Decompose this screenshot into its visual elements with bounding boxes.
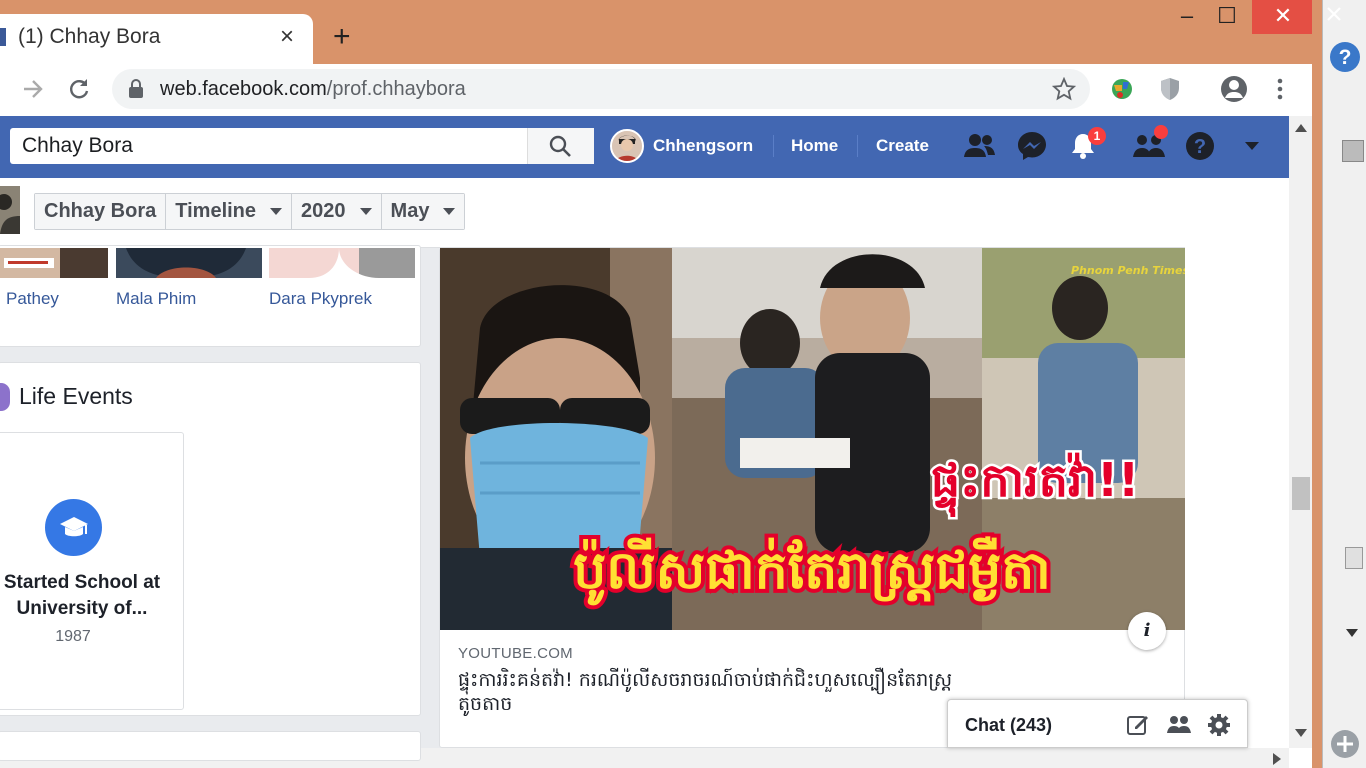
chevron-down-icon — [270, 208, 283, 215]
life-event-year: 1987 — [55, 628, 91, 645]
timeline-breadcrumb: Chhay Bora Timeline 2020 May — [34, 193, 466, 230]
thumbnail-watermark: Phnom Penh Times — [1071, 264, 1185, 277]
breadcrumb-month-label: May — [390, 200, 430, 222]
link-title-line1: ផ្ទុះការរិះគន់តវ៉ា! ករណីប៉ូលីសចរាចរណ៍ចាប… — [458, 669, 953, 691]
window-border — [1312, 0, 1322, 768]
extension-shield-icon[interactable] — [1159, 76, 1181, 102]
friend-name-pathey[interactable]: Pathey — [6, 289, 59, 309]
minimize-button[interactable]: – — [1170, 0, 1204, 34]
svg-text:?: ? — [1194, 136, 1206, 158]
groups-alert-dot — [1154, 125, 1168, 139]
side-scroll-thumb[interactable] — [1345, 547, 1363, 569]
maximize-button[interactable]: ☐ — [1210, 0, 1244, 34]
friend-name-mala-phim[interactable]: Mala Phim — [116, 289, 196, 309]
close-window-button[interactable]: ✕ — [1252, 0, 1314, 34]
friend-requests-icon[interactable] — [964, 131, 996, 161]
life-events-heading[interactable]: Life Events — [19, 383, 133, 410]
nav-divider — [857, 135, 858, 157]
graduation-cap-icon — [45, 499, 102, 556]
notification-count-badge: 1 — [1088, 127, 1106, 145]
breadcrumb-profile[interactable]: Chhay Bora — [35, 194, 167, 229]
search-icon — [548, 134, 594, 158]
chevron-down-icon — [359, 208, 372, 215]
side-add-icon[interactable] — [1329, 728, 1361, 760]
new-group-icon[interactable] — [1166, 713, 1192, 737]
breadcrumb-month[interactable]: May — [381, 194, 465, 229]
url-path: /prof.chhaybora — [326, 78, 466, 100]
next-card — [0, 731, 421, 761]
life-event-title-line1: Started School at — [3, 572, 161, 593]
extension-globe-icon[interactable] — [1109, 76, 1135, 102]
compose-message-icon[interactable] — [1126, 713, 1150, 737]
search-query-text[interactable]: Chhay Bora — [22, 134, 133, 158]
reload-icon[interactable] — [66, 76, 92, 102]
scroll-down-icon[interactable] — [1294, 728, 1308, 738]
breadcrumb-timeline[interactable]: Timeline — [166, 194, 293, 229]
profile-avatar[interactable] — [610, 129, 644, 163]
account-menu-caret-icon[interactable] — [1244, 141, 1260, 151]
help-icon[interactable]: ? — [1329, 41, 1361, 73]
chat-label[interactable]: Chat (243) — [965, 715, 1052, 736]
friend-name-dara-pkyprek[interactable]: Dara Pkyprek — [269, 289, 372, 309]
side-close-icon[interactable] — [1326, 6, 1342, 22]
facebook-favicon-icon — [0, 28, 6, 46]
link-source: YOUTUBE.COM — [458, 645, 573, 662]
forward-icon[interactable] — [20, 76, 46, 102]
video-thumbnail-image[interactable]: ផ្ទុះការតវ៉ា!! ប៉ូលីសផាក់តែរាស្ត្រជម្ងឺត… — [440, 248, 1185, 630]
scroll-right-icon[interactable] — [1272, 752, 1282, 766]
nav-divider — [773, 135, 774, 157]
thumbnail-overlay-text-2: ប៉ូលីសផាក់តែរាស្ត្រជម្ងឺតា — [573, 536, 1051, 606]
svg-text:?: ? — [1339, 46, 1352, 69]
breadcrumb-year[interactable]: 2020 — [292, 194, 382, 229]
lock-icon[interactable] — [128, 79, 144, 99]
profile-name-link[interactable]: Chhengsorn — [653, 136, 753, 156]
breadcrumb-profile-label: Chhay Bora — [44, 200, 157, 222]
chrome-menu-icon[interactable] — [1270, 76, 1290, 102]
side-scroll-down-icon[interactable] — [1345, 628, 1359, 638]
create-link[interactable]: Create — [876, 136, 929, 156]
side-image-icon[interactable] — [1342, 140, 1364, 162]
messenger-icon[interactable] — [1016, 130, 1048, 162]
account-avatar-icon[interactable] — [1219, 74, 1249, 104]
life-event-title[interactable]: Started School at University of... — [0, 570, 182, 622]
friend-photo-pathey[interactable] — [0, 248, 108, 278]
tab-title: (1) Chhay Bora — [18, 25, 161, 48]
life-events-icon — [0, 383, 10, 411]
vertical-scroll-thumb[interactable] — [1292, 477, 1310, 510]
chevron-down-icon — [443, 208, 456, 215]
chat-settings-gear-icon[interactable] — [1207, 713, 1231, 737]
friend-photo-dara-pkyprek[interactable] — [269, 248, 415, 278]
side-panel — [1322, 0, 1366, 768]
breadcrumb-timeline-label: Timeline — [175, 200, 257, 222]
info-icon[interactable]: i — [1128, 612, 1166, 650]
friend-photo-mala-phim[interactable] — [116, 248, 262, 278]
breadcrumb-year-label: 2020 — [301, 200, 346, 222]
scroll-up-icon[interactable] — [1294, 123, 1308, 133]
tab-close-button[interactable]: × — [280, 23, 294, 51]
bookmark-star-icon[interactable] — [1052, 77, 1076, 101]
help-question-icon[interactable]: ? — [1185, 131, 1215, 161]
search-button[interactable] — [527, 128, 594, 164]
life-event-title-line2: University of... — [16, 598, 148, 619]
cover-avatar-thumbnail[interactable] — [0, 186, 20, 234]
new-tab-button[interactable]: + — [333, 22, 351, 52]
url-host: web.facebook.com — [160, 78, 327, 100]
url-text[interactable]: web.facebook.com/prof.chhaybora — [160, 78, 466, 101]
home-link[interactable]: Home — [791, 136, 838, 156]
vertical-scrollbar[interactable] — [1289, 116, 1312, 748]
